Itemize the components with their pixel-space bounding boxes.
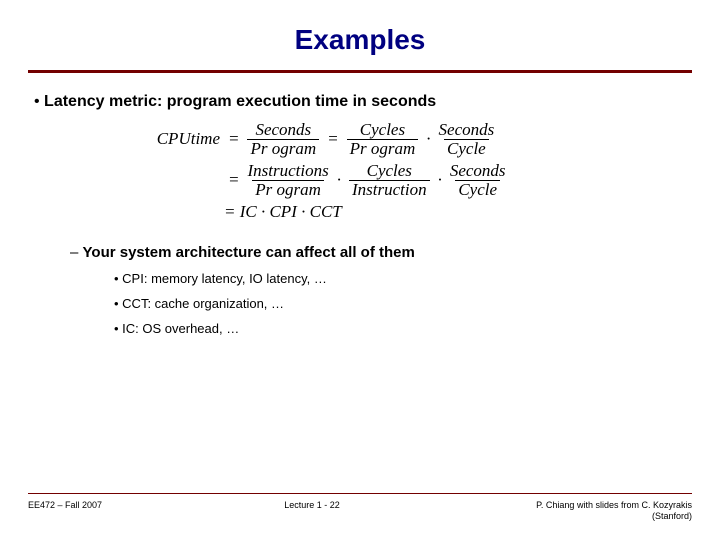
footer-left: EE472 – Fall 2007 <box>28 500 102 522</box>
eq-final: = IC · CPI · CCT <box>224 202 342 222</box>
dot-op: · <box>426 129 430 149</box>
denominator: Instruction <box>349 180 430 199</box>
page-title: Examples <box>28 24 692 56</box>
fraction: Seconds Pr ogram <box>247 121 319 158</box>
fraction: Cycles Instruction <box>349 162 430 199</box>
numerator: Cycles <box>360 121 405 139</box>
bullet-level-1: Latency metric: program execution time i… <box>34 93 692 111</box>
denominator: Pr ogram <box>252 180 324 199</box>
denominator: Cycle <box>444 139 489 158</box>
numerator: Seconds <box>450 162 506 180</box>
dot-op: · <box>337 170 341 190</box>
eq-sign: = <box>228 170 239 190</box>
eq-lhs: CPUtime <box>138 129 224 149</box>
equation-block: CPUtime = Seconds Pr ogram = Cycles Pr o… <box>138 121 692 222</box>
title-rule <box>28 70 692 73</box>
bullet-level-2: Your system architecture can affect all … <box>70 244 692 261</box>
denominator: Pr ogram <box>347 139 419 158</box>
numerator: Seconds <box>439 121 495 139</box>
numerator: Seconds <box>255 121 311 139</box>
numerator: Instructions <box>247 162 328 180</box>
numerator: Cycles <box>367 162 412 180</box>
eq-sign: = <box>327 129 338 149</box>
equation-row-3: = IC · CPI · CCT <box>138 202 692 222</box>
footer-right: P. Chiang with slides from C. Kozyrakis … <box>522 500 692 522</box>
eq-sign: = <box>228 129 239 149</box>
fraction: Cycles Pr ogram <box>347 121 419 158</box>
footer: EE472 – Fall 2007 Lecture 1 - 22 P. Chia… <box>0 493 720 522</box>
denominator: Cycle <box>455 180 500 199</box>
footer-row: EE472 – Fall 2007 Lecture 1 - 22 P. Chia… <box>28 500 692 522</box>
bullet-level-3: IC: OS overhead, … <box>114 321 692 336</box>
fraction: Instructions Pr ogram <box>247 162 328 199</box>
footer-rule <box>28 493 692 494</box>
dot-op: · <box>438 170 442 190</box>
bullet-level-3: CCT: cache organization, … <box>114 296 692 311</box>
slide: Examples Latency metric: program executi… <box>0 0 720 540</box>
equation-row-2: = Instructions Pr ogram · Cycles Instruc… <box>138 162 692 199</box>
equation-row-1: CPUtime = Seconds Pr ogram = Cycles Pr o… <box>138 121 692 158</box>
fraction: Seconds Cycle <box>439 121 495 158</box>
denominator: Pr ogram <box>247 139 319 158</box>
footer-center: Lecture 1 - 22 <box>284 500 340 522</box>
bullet-level-3: CPI: memory latency, IO latency, … <box>114 271 692 286</box>
fraction: Seconds Cycle <box>450 162 506 199</box>
